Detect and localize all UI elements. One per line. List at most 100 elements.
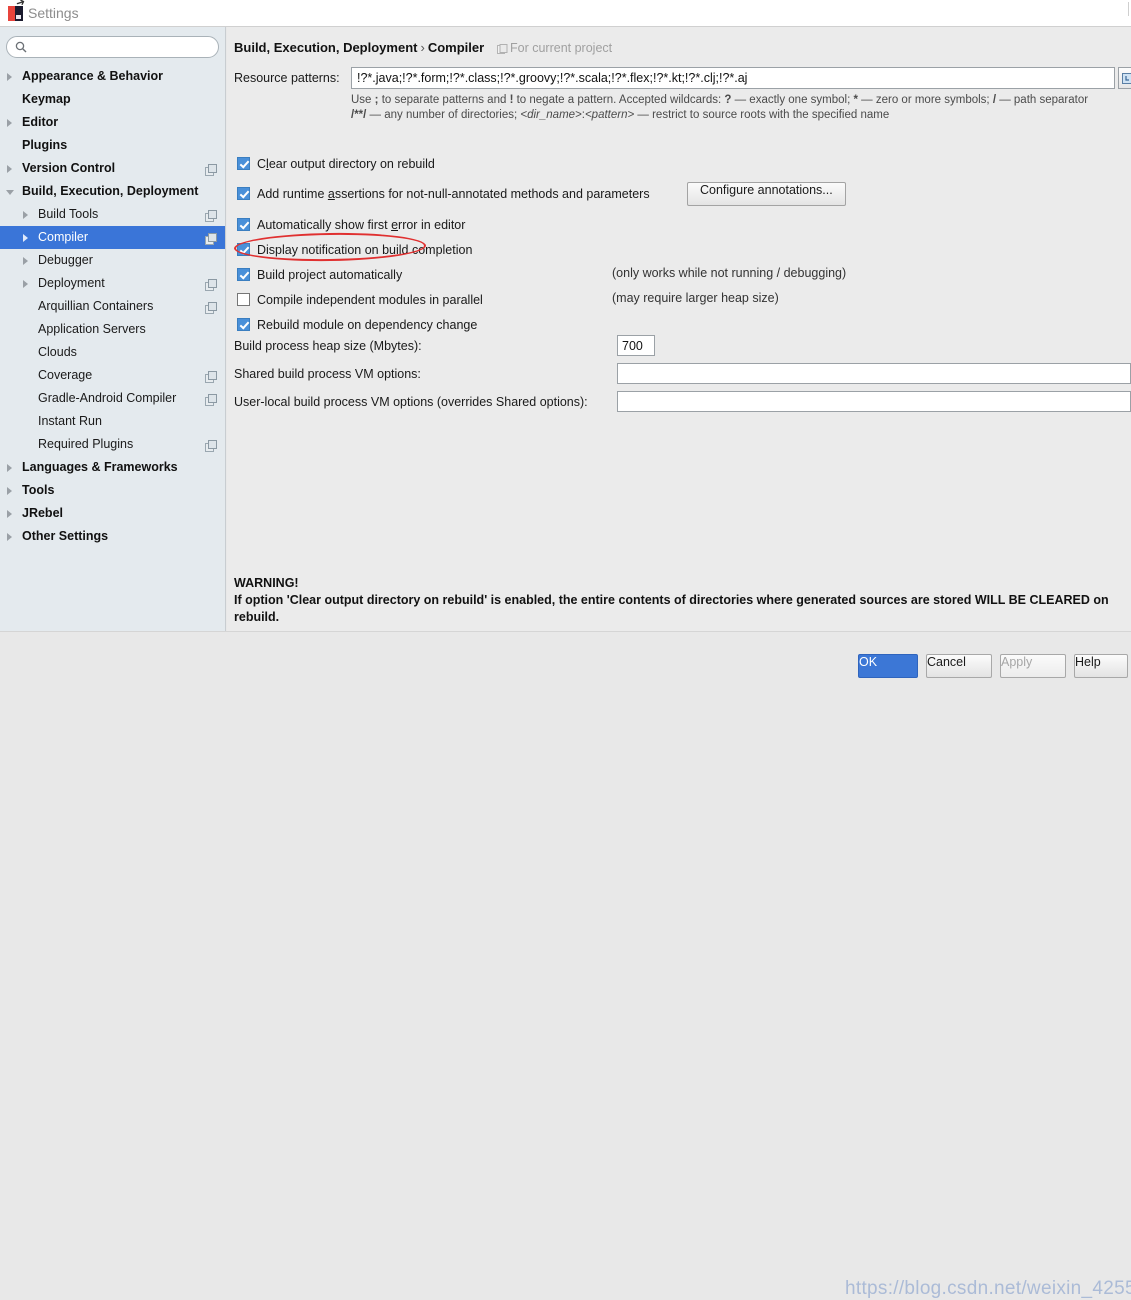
help-text: — exactly one symbol; bbox=[731, 94, 853, 106]
chevron-right-icon[interactable] bbox=[20, 272, 34, 295]
chevron-right-icon[interactable] bbox=[20, 226, 34, 249]
sidebar-item-label: Appearance & Behavior bbox=[22, 65, 163, 88]
shared-vm-options-input[interactable] bbox=[617, 363, 1131, 384]
dialog-button-bar: OK Cancel Apply Help https://blog.csdn.n… bbox=[0, 631, 1131, 678]
sidebar-item-instant-run[interactable]: Instant Run bbox=[0, 410, 226, 433]
sidebar-item-deployment[interactable]: Deployment bbox=[0, 272, 226, 295]
settings-tree[interactable]: Appearance & BehaviorKeymapEditorPlugins… bbox=[0, 65, 226, 548]
project-scope-icon bbox=[205, 162, 218, 175]
sidebar-item-label: Gradle-Android Compiler bbox=[38, 387, 176, 410]
sidebar-item-other-settings[interactable]: Other Settings bbox=[0, 525, 226, 548]
help-text: to negate a pattern. Accepted wildcards: bbox=[513, 94, 724, 106]
help-text: — any number of directories; bbox=[366, 109, 520, 121]
project-scope-icon bbox=[205, 277, 218, 290]
resource-patterns-input[interactable] bbox=[351, 67, 1115, 89]
chevron-right-icon[interactable] bbox=[4, 111, 18, 134]
option-note: (only works while not running / debuggin… bbox=[612, 266, 846, 280]
checkbox-unchecked-icon[interactable] bbox=[237, 293, 250, 306]
sidebar-item-label: Other Settings bbox=[22, 525, 108, 548]
sidebar-item-application-servers[interactable]: Application Servers bbox=[0, 318, 226, 341]
sidebar-item-label: Instant Run bbox=[38, 410, 102, 433]
sidebar-item-label: Keymap bbox=[22, 88, 71, 111]
sidebar-item-label: Plugins bbox=[22, 134, 67, 157]
project-scope-icon bbox=[205, 208, 218, 221]
sidebar-item-build-tools[interactable]: Build Tools bbox=[0, 203, 226, 226]
option-label: Display notification on build completion bbox=[257, 241, 472, 259]
sidebar-item-build-execution-deployment[interactable]: Build, Execution, Deployment bbox=[0, 180, 226, 203]
chevron-right-icon[interactable] bbox=[4, 65, 18, 88]
help-dirname: <dir_name> bbox=[520, 109, 581, 121]
warning-message: WARNING! If option 'Clear output directo… bbox=[234, 575, 1114, 626]
chevron-right-icon[interactable] bbox=[4, 525, 18, 548]
title-bar: ➜ Settings bbox=[0, 0, 1131, 27]
warning-body: If option 'Clear output directory on reb… bbox=[234, 593, 1109, 624]
help-button[interactable]: Help bbox=[1074, 654, 1128, 678]
build-heap-size-input[interactable] bbox=[617, 335, 655, 356]
option-label: Clear output directory on rebuild bbox=[257, 155, 435, 173]
configure-annotations-button[interactable]: Configure annotations... bbox=[687, 182, 846, 206]
chevron-right-icon[interactable] bbox=[4, 502, 18, 525]
chevron-right-icon[interactable] bbox=[4, 456, 18, 479]
sidebar-item-label: Coverage bbox=[38, 364, 92, 387]
checkbox-checked-icon[interactable] bbox=[237, 243, 250, 256]
sidebar-item-label: Build Tools bbox=[38, 203, 98, 226]
option-label: Add runtime assertions for not-null-anno… bbox=[257, 185, 650, 203]
help-text: Use bbox=[351, 94, 375, 106]
checkbox-checked-icon[interactable] bbox=[237, 157, 250, 170]
resource-patterns-label: Resource patterns: bbox=[234, 71, 340, 85]
sidebar-item-label: Tools bbox=[22, 479, 54, 502]
checkbox-checked-icon[interactable] bbox=[237, 187, 250, 200]
sidebar-item-appearance-behavior[interactable]: Appearance & Behavior bbox=[0, 65, 226, 88]
browse-folder-icon[interactable] bbox=[1118, 67, 1131, 89]
breadcrumb-current: Compiler bbox=[428, 40, 484, 55]
project-scope-icon bbox=[205, 369, 218, 382]
help-text: — path separator bbox=[996, 94, 1088, 106]
help-text: to separate patterns and bbox=[379, 94, 510, 106]
checkbox-checked-icon[interactable] bbox=[237, 268, 250, 281]
sidebar-item-keymap[interactable]: Keymap bbox=[0, 88, 226, 111]
sidebar-item-plugins[interactable]: Plugins bbox=[0, 134, 226, 157]
sidebar-item-tools[interactable]: Tools bbox=[0, 479, 226, 502]
sidebar-item-required-plugins[interactable]: Required Plugins bbox=[0, 433, 226, 456]
chevron-right-icon[interactable] bbox=[20, 203, 34, 226]
field-label-shared: Shared build process VM options: bbox=[234, 367, 421, 381]
checkbox-checked-icon[interactable] bbox=[237, 318, 250, 331]
chevron-down-icon[interactable] bbox=[4, 180, 18, 203]
option-label: Compile independent modules in parallel bbox=[257, 291, 483, 309]
sidebar-item-label: Build, Execution, Deployment bbox=[22, 180, 198, 203]
sidebar-item-arquillian-containers[interactable]: Arquillian Containers bbox=[0, 295, 226, 318]
field-label-heap: Build process heap size (Mbytes): bbox=[234, 339, 422, 353]
cancel-button[interactable]: Cancel bbox=[926, 654, 992, 678]
sidebar-item-coverage[interactable]: Coverage bbox=[0, 364, 226, 387]
chevron-right-icon[interactable] bbox=[4, 157, 18, 180]
sidebar-item-label: Languages & Frameworks bbox=[22, 456, 178, 479]
help-text: — zero or more symbols; bbox=[858, 94, 993, 106]
sidebar-item-editor[interactable]: Editor bbox=[0, 111, 226, 134]
sidebar-item-debugger[interactable]: Debugger bbox=[0, 249, 226, 272]
search-box[interactable] bbox=[6, 36, 219, 58]
sidebar-item-languages-frameworks[interactable]: Languages & Frameworks bbox=[0, 456, 226, 479]
option-label: Build project automatically bbox=[257, 266, 402, 284]
sidebar-item-label: JRebel bbox=[22, 502, 63, 525]
project-scope-icon bbox=[497, 44, 508, 55]
sidebar-item-gradle-android-compiler[interactable]: Gradle-Android Compiler bbox=[0, 387, 226, 410]
option-note: (may require larger heap size) bbox=[612, 291, 779, 305]
apply-button[interactable]: Apply bbox=[1000, 654, 1066, 678]
sidebar-item-compiler[interactable]: Compiler bbox=[0, 226, 226, 249]
sidebar-item-version-control[interactable]: Version Control bbox=[0, 157, 226, 180]
sidebar-item-label: Debugger bbox=[38, 249, 93, 272]
watermark-text: https://blog.csdn.net/weixin_42555514 bbox=[845, 1278, 1131, 1300]
sidebar-item-jrebel[interactable]: JRebel bbox=[0, 502, 226, 525]
breadcrumb-parent: Build, Execution, Deployment bbox=[234, 40, 417, 55]
sidebar-item-clouds[interactable]: Clouds bbox=[0, 341, 226, 364]
option-label: Automatically show first error in editor bbox=[257, 216, 465, 234]
checkbox-checked-icon[interactable] bbox=[237, 218, 250, 231]
search-input[interactable] bbox=[6, 36, 219, 58]
chevron-right-icon[interactable] bbox=[4, 479, 18, 502]
chevron-right-icon[interactable] bbox=[20, 249, 34, 272]
ok-button[interactable]: OK bbox=[858, 654, 918, 678]
sidebar-item-label: Editor bbox=[22, 111, 58, 134]
breadcrumb: Build, Execution, Deployment›Compiler bbox=[234, 40, 484, 55]
user-local-vm-options-input[interactable] bbox=[617, 391, 1131, 412]
sidebar-item-label: Clouds bbox=[38, 341, 77, 364]
